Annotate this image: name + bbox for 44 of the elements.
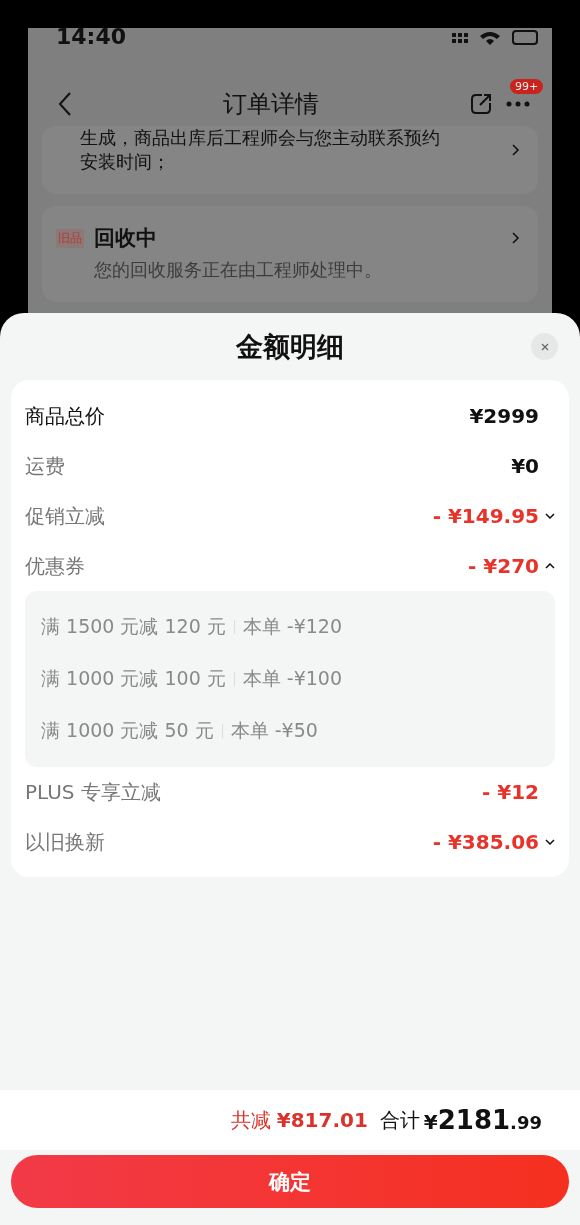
saved-amount: ¥817.01 — [276, 1108, 368, 1132]
battery-icon — [512, 30, 538, 45]
back-icon[interactable] — [58, 91, 72, 117]
coupon-amount: 本单 -¥100 — [242, 666, 343, 691]
chevron-up-icon[interactable] — [545, 563, 555, 569]
row-label: 商品总价 — [25, 402, 106, 430]
row-value: ¥2999 — [469, 404, 539, 428]
row-label: 以旧换新 — [25, 828, 106, 856]
coupon-rule: 满 1500 元减 120 元 — [41, 614, 226, 639]
service-text: 生成，商品出库后工程师会与您主动联系预约 — [80, 126, 441, 150]
coupon-amount: 本单 -¥120 — [242, 614, 343, 639]
recycle-description: 您的回收服务正在由工程师处理中。 — [94, 258, 383, 282]
sheet-title: 金额明细 — [236, 329, 344, 364]
row-value: - ¥12 — [482, 780, 539, 804]
notification-badge: 99+ — [510, 79, 544, 94]
more-icon[interactable] — [506, 101, 530, 107]
tag: 旧品 — [56, 228, 84, 248]
total-label: 合计 — [379, 1106, 420, 1134]
row-label: 优惠券 — [25, 552, 86, 580]
chevron-down-icon[interactable] — [545, 513, 555, 519]
chevron-right-icon — [512, 144, 520, 156]
row-value: - ¥270 — [468, 554, 539, 578]
page-title: 订单详情 — [222, 89, 320, 120]
service-text: 安装时间； — [80, 150, 171, 174]
close-icon — [540, 342, 549, 351]
coupon-rule: 满 1000 元减 50 元 — [41, 718, 214, 743]
row-value: ¥0 — [511, 454, 539, 478]
row-value: - ¥149.95 — [432, 504, 539, 528]
total-amount: ¥2181.99 — [423, 1105, 542, 1135]
share-icon[interactable] — [470, 93, 492, 115]
row-label: 运费 — [25, 452, 66, 480]
wifi-icon — [480, 30, 500, 45]
coupon-amount: 本单 -¥50 — [230, 718, 318, 743]
chevron-down-icon[interactable] — [545, 839, 555, 845]
status-time: 14:40 — [55, 28, 127, 46]
saved-label: 共减 — [230, 1106, 271, 1134]
confirm-button[interactable]: 确定 — [11, 1155, 569, 1208]
recycle-title: 回收中 — [94, 225, 158, 252]
chevron-right-icon — [512, 232, 520, 244]
row-value: - ¥385.06 — [432, 830, 539, 854]
signal-icon — [452, 32, 468, 43]
coupon-rule: 满 1000 元减 100 元 — [41, 666, 226, 691]
row-label: 促销立减 — [25, 502, 106, 530]
row-label: PLUS 专享立减 — [25, 778, 162, 806]
